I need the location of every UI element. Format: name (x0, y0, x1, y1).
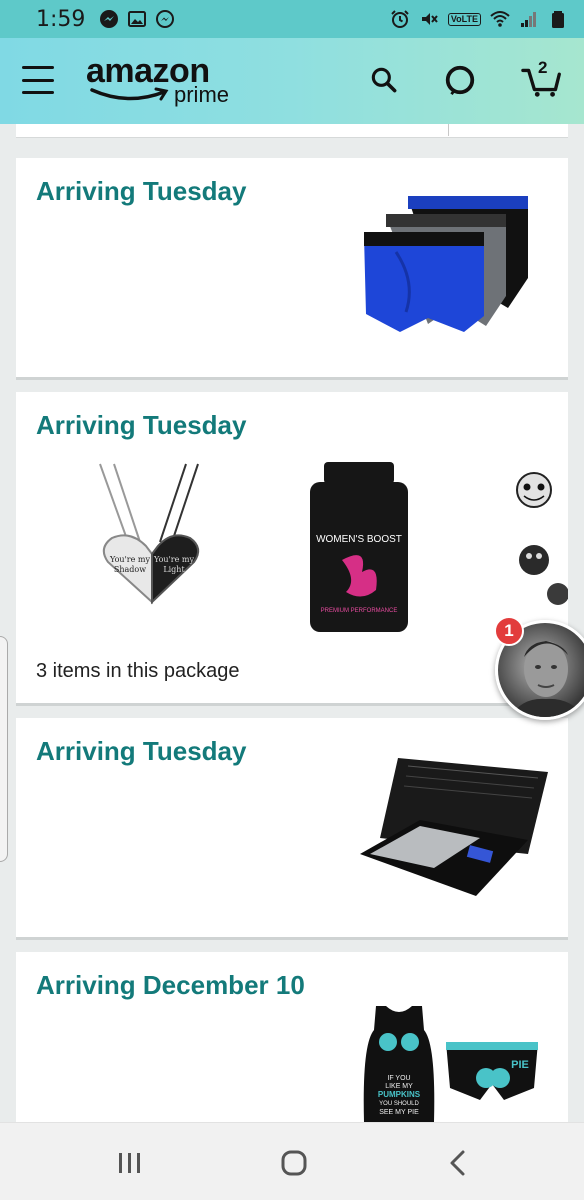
svg-text:Light: Light (163, 565, 185, 574)
product-image-digital-scale[interactable] (356, 754, 552, 904)
navigation-bar (0, 1122, 584, 1200)
previous-card-edge (16, 124, 568, 138)
battery-icon (548, 9, 568, 29)
image-icon (127, 9, 147, 29)
package-item-count: 3 items in this package (36, 660, 240, 682)
mute-icon (419, 9, 439, 29)
svg-text:PUMPKINS: PUMPKINS (378, 1090, 421, 1099)
svg-text:SEE MY PIE: SEE MY PIE (379, 1109, 419, 1116)
recent-apps-icon[interactable] (110, 1145, 150, 1181)
notification-icons (99, 9, 175, 29)
order-arrival-title: Arriving Tuesday (36, 736, 247, 766)
svg-text:IF YOU: IF YOU (387, 1075, 410, 1082)
cart-icon[interactable]: 2 (520, 58, 566, 98)
product-image-pumpkin-tank-top[interactable]: IF YOU LIKE MY PUMPKINS YOU SHOULD SEE M… (356, 1004, 442, 1122)
svg-text:LIKE MY: LIKE MY (385, 1083, 413, 1090)
order-arrival-title: Arriving Tuesday (36, 176, 247, 206)
order-arrival-title: Arriving December 10 (36, 970, 305, 1000)
search-icon[interactable] (366, 62, 402, 98)
order-card[interactable]: Arriving Tuesday You're my Shadow You're… (16, 392, 568, 706)
app-header: amazon prime 2 (0, 38, 584, 124)
cart-count: 2 (538, 58, 548, 77)
amazon-prime-logo[interactable]: amazon prime (86, 52, 246, 110)
hamburger-menu-icon[interactable] (22, 66, 54, 94)
volte-icon: VoLTE (447, 12, 481, 26)
chat-head-badge: 1 (494, 616, 524, 646)
order-arrival-title: Arriving Tuesday (36, 410, 247, 440)
svg-text:YOU SHOULD: YOU SHOULD (379, 1101, 419, 1107)
status-time: 1:59 (36, 6, 86, 32)
product-image-heart-necklace[interactable]: You're my Shadow You're my Light (86, 462, 216, 612)
necklace-left-text: You're my (109, 555, 150, 564)
messenger-icon (155, 9, 175, 29)
product-image-skull-earrings[interactable] (510, 472, 568, 612)
order-card[interactable]: Arriving Tuesday (16, 718, 568, 940)
product-image-pie-shorts[interactable]: PIE (442, 1038, 542, 1108)
signal-icon (519, 9, 539, 29)
order-card[interactable]: Arriving Tuesday (16, 158, 568, 380)
logo-prime-text: prime (174, 82, 230, 107)
shorts-text: PIE (511, 1059, 529, 1071)
amazon-smile-icon (90, 87, 169, 101)
wifi-icon (490, 9, 510, 29)
order-card[interactable]: Arriving December 10 IF YOU LIKE MY PUMP… (16, 952, 568, 1122)
alarm-icon (390, 9, 410, 29)
back-icon[interactable] (438, 1145, 478, 1181)
messenger-icon (99, 9, 119, 29)
edge-panel-handle[interactable] (0, 636, 8, 862)
product-image-supplement-bottle[interactable]: WOMEN'S BOOST PREMIUM PERFORMANCE (306, 460, 412, 636)
home-icon[interactable] (274, 1145, 314, 1181)
svg-text:Shadow: Shadow (114, 565, 146, 574)
system-status-icons: VoLTE (390, 9, 568, 29)
bottle-brand-text: WOMEN'S BOOST (316, 534, 402, 545)
bottle-tag-text: PREMIUM PERFORMANCE (321, 608, 398, 614)
alexa-icon[interactable] (442, 62, 478, 98)
status-bar: 1:59 VoLTE (0, 0, 584, 38)
necklace-right-text: You're my (153, 555, 194, 564)
product-image-boxer-briefs[interactable] (356, 192, 542, 334)
